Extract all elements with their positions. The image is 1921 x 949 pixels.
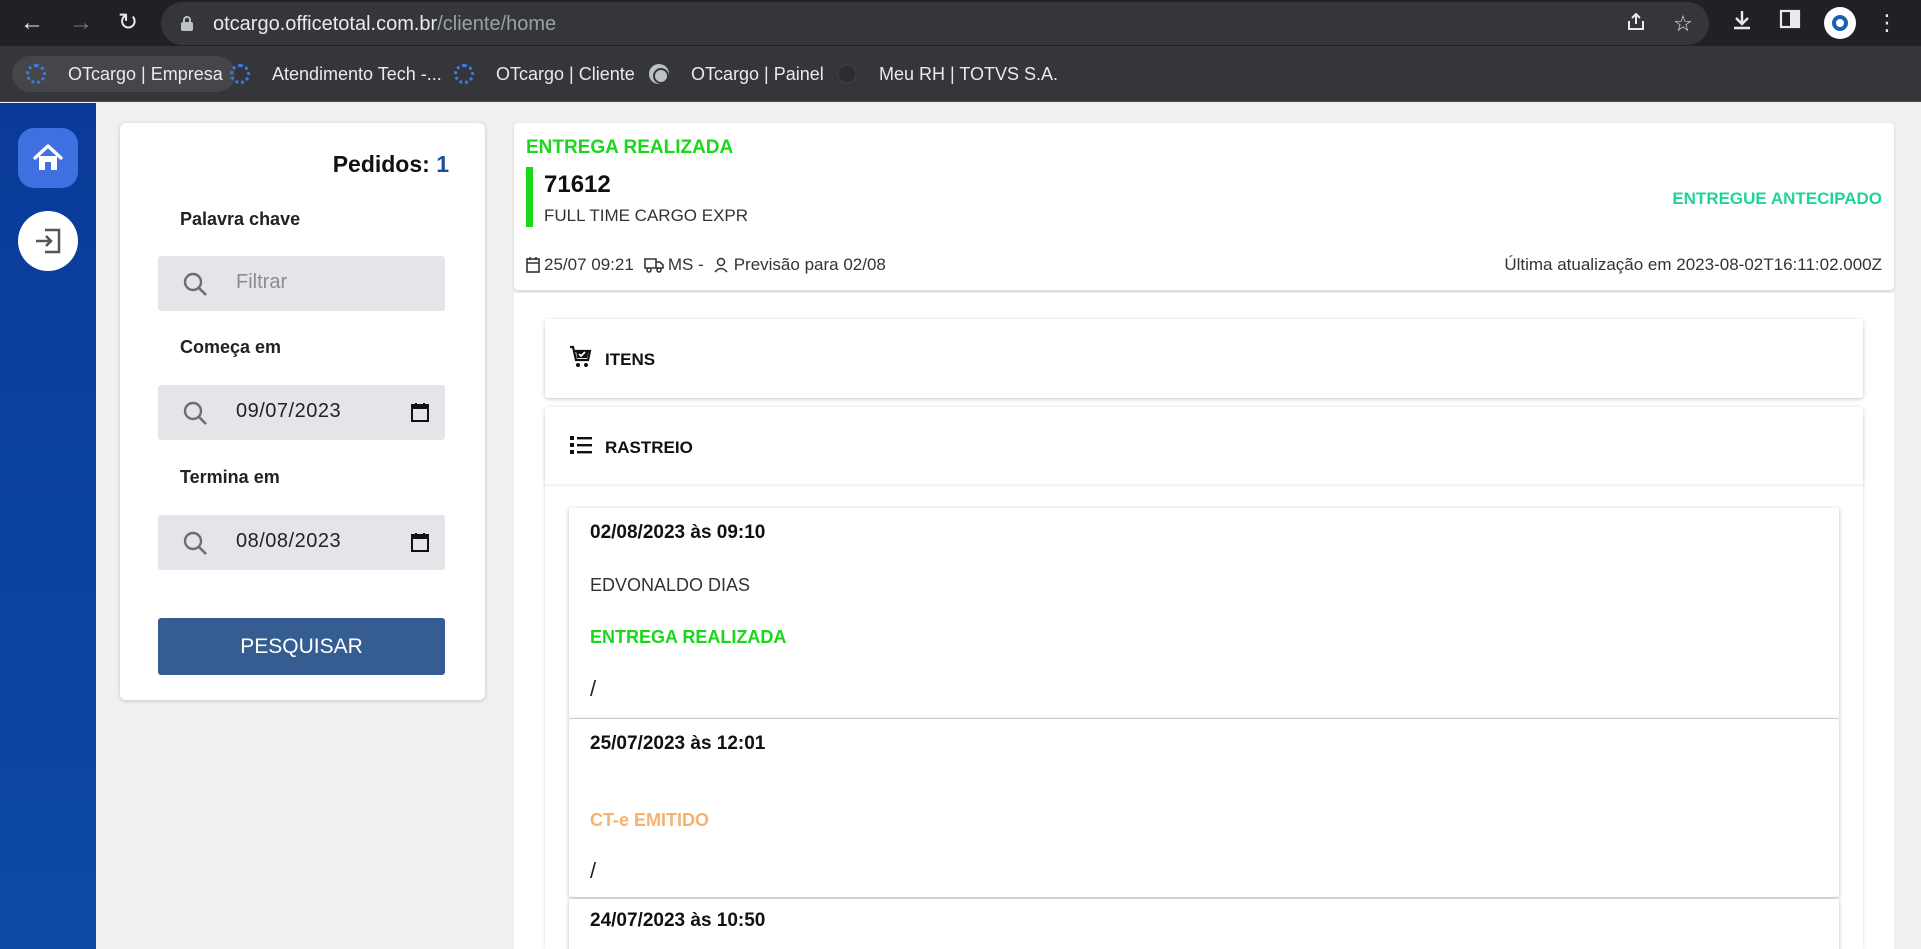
calendar-icon — [526, 257, 540, 273]
tracking-person: EDVONALDO DIAS — [590, 575, 751, 595]
bookmark-label: Atendimento Tech -... — [272, 64, 442, 84]
side-panel-icon[interactable] — [1775, 8, 1805, 38]
back-arrow-icon[interactable]: ← — [17, 8, 47, 38]
shopping-cart-icon — [570, 345, 592, 367]
list-icon — [570, 436, 592, 454]
filter-panel: Pedidos: 1 Palavra chave Filtrar Começa … — [120, 123, 485, 700]
otcargo-favicon-icon — [230, 64, 250, 84]
download-icon[interactable] — [1727, 8, 1757, 38]
search-icon — [183, 272, 207, 296]
orders-count: Pedidos: 1 — [332, 151, 449, 177]
tracking-note: / — [590, 676, 597, 701]
url-text[interactable]: otcargo.officetotal.com.br/cliente/home — [213, 13, 556, 36]
bookmark-otcargo-empresa[interactable]: OTcargo | Empresa — [12, 56, 235, 92]
person-icon — [714, 257, 728, 273]
search-button[interactable]: PESQUISAR — [158, 618, 445, 675]
end-date-value: 08/08/2023 — [236, 530, 342, 552]
tracking-status: CT-e EMITIDO — [590, 810, 710, 830]
bookmark-atendimento-tech[interactable]: Atendimento Tech -... — [216, 56, 454, 92]
bookmarks-bar: OTcargo | Empresa Atendimento Tech -... … — [0, 46, 1921, 102]
last-update: Última atualização em 2023-08-02T16:11:0… — [1504, 255, 1882, 274]
home-button[interactable] — [18, 128, 78, 188]
truck-icon — [644, 258, 664, 273]
delivery-badge: ENTREGUE ANTECIPADO — [1672, 189, 1882, 208]
order-number: 71612 — [544, 171, 611, 198]
status-bar — [526, 167, 533, 227]
orders-count-value: 1 — [436, 151, 449, 177]
tracking-note: / — [590, 858, 597, 883]
order-forecast: Previsão para 02/08 — [733, 255, 886, 274]
start-date-input[interactable]: 09/07/2023 — [158, 385, 445, 440]
keyword-label: Palavra chave — [180, 209, 301, 229]
bookmark-otcargo-painel[interactable]: OTcargo | Painel — [635, 56, 836, 92]
bookmark-meu-rh[interactable]: Meu RH | TOTVS S.A. — [823, 56, 1070, 92]
home-icon — [33, 144, 63, 170]
tracking-status: ENTREGA REALIZADA — [590, 627, 787, 647]
start-date-label: Começa em — [180, 337, 282, 357]
keyword-placeholder: Filtrar — [236, 271, 288, 293]
logout-button[interactable] — [18, 211, 78, 271]
page-scrollbar[interactable] — [1905, 103, 1921, 949]
tracking-section-header[interactable]: RASTREIO — [545, 407, 1863, 486]
otcargo-favicon-icon — [26, 64, 46, 84]
reload-icon[interactable]: ↻ — [113, 8, 143, 38]
globe-icon — [649, 64, 669, 84]
order-status: ENTREGA REALIZADA — [526, 137, 734, 158]
order-details: ITENS RASTREIO 02/08/2023 às 09:10 EDVON… — [514, 293, 1894, 949]
tracking-list: 02/08/2023 às 09:10 EDVONALDO DIAS ENTRE… — [545, 486, 1863, 949]
browser-toolbar: ← → ↻ otcargo.officetotal.com.br/cliente… — [0, 0, 1921, 46]
order-date: 25/07 09:21 — [544, 255, 634, 274]
search-icon — [183, 401, 207, 425]
items-title: ITENS — [605, 350, 656, 369]
logout-icon — [36, 228, 61, 254]
bookmark-star-icon[interactable]: ☆ — [1670, 11, 1696, 37]
start-date-value: 09/07/2023 — [236, 400, 342, 422]
bookmark-label: OTcargo | Empresa — [68, 64, 223, 84]
tracking-title: RASTREIO — [605, 438, 693, 457]
tracking-item: 25/07/2023 às 12:01 CT-e EMITIDO / — [569, 719, 1839, 897]
totvs-favicon-icon — [837, 64, 857, 84]
tracking-item: 24/07/2023 às 10:50 — [569, 899, 1839, 949]
tracking-date: 25/07/2023 às 12:01 — [590, 733, 766, 754]
carrier-name: FULL TIME CARGO EXPR — [544, 206, 749, 225]
bookmark-label: OTcargo | Painel — [691, 64, 824, 84]
tracking-item: 02/08/2023 às 09:10 EDVONALDO DIAS ENTRE… — [569, 508, 1839, 718]
tracking-date: 02/08/2023 às 09:10 — [590, 522, 766, 543]
address-bar[interactable]: otcargo.officetotal.com.br/cliente/home … — [161, 2, 1709, 45]
end-date-input[interactable]: 08/08/2023 — [158, 515, 445, 570]
bookmark-label: Meu RH | TOTVS S.A. — [879, 64, 1059, 84]
items-section-header[interactable]: ITENS — [545, 319, 1863, 398]
order-route: MS - — [667, 255, 704, 274]
bookmark-label: OTcargo | Cliente — [496, 64, 635, 84]
tracking-date: 24/07/2023 às 10:50 — [590, 910, 766, 931]
share-icon[interactable] — [1623, 11, 1649, 37]
menu-kebab-icon[interactable]: ⋮ — [1872, 8, 1902, 38]
otcargo-favicon-icon — [454, 64, 474, 84]
keyword-input[interactable]: Filtrar — [158, 256, 445, 311]
bookmark-otcargo-cliente[interactable]: OTcargo | Cliente — [440, 56, 647, 92]
calendar-icon[interactable] — [411, 532, 429, 552]
app-sidebar — [0, 103, 96, 949]
profile-avatar-icon[interactable] — [1824, 7, 1856, 39]
lock-icon — [181, 16, 193, 31]
search-icon — [183, 531, 207, 555]
end-date-label: Termina em — [180, 467, 280, 487]
order-card[interactable]: ENTREGA REALIZADA 71612 FULL TIME CARGO … — [514, 123, 1894, 290]
order-meta: 25/07 09:21 MS - Previsão para 02/08 — [526, 255, 886, 275]
calendar-icon[interactable] — [411, 402, 429, 422]
forward-arrow-icon[interactable]: → — [66, 8, 96, 38]
